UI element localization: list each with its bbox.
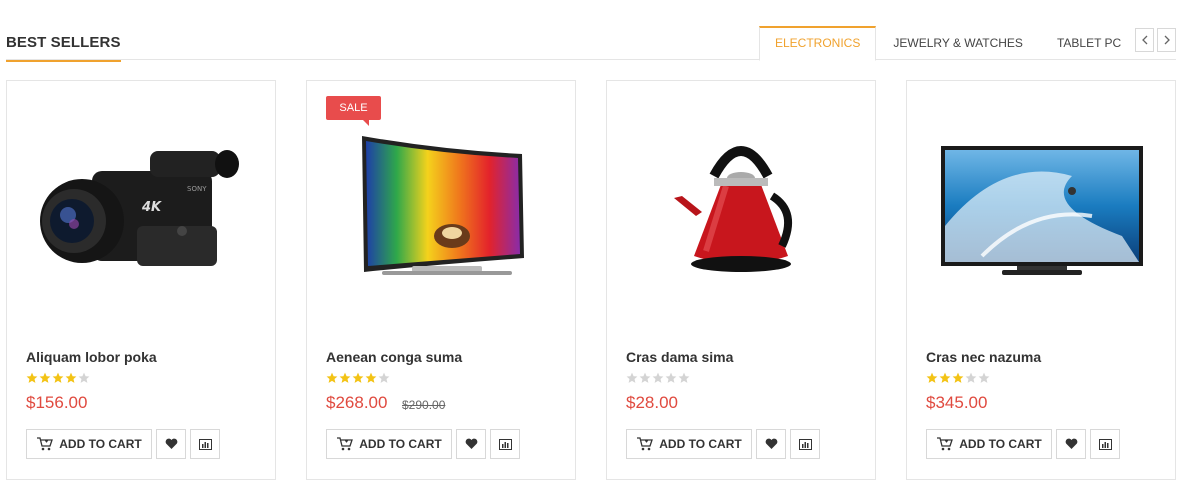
star-icon <box>652 372 664 383</box>
rating-stars <box>626 372 690 384</box>
chevron-right-icon <box>1164 35 1170 45</box>
star-icon <box>952 372 964 383</box>
rating-stars <box>926 372 990 384</box>
product-actions: ADD TO CART <box>326 429 520 459</box>
cart-icon <box>937 437 954 451</box>
product-image-curved-tv[interactable] <box>322 116 560 336</box>
compare-button[interactable] <box>490 429 520 459</box>
next-button[interactable] <box>1157 28 1176 52</box>
star-icon <box>665 372 677 383</box>
product-name[interactable]: Aenean conga suma <box>326 349 462 365</box>
star-icon <box>365 372 377 383</box>
star-icon <box>639 372 651 383</box>
cart-icon <box>637 437 654 451</box>
star-icon <box>65 372 77 383</box>
star-icon <box>678 372 690 383</box>
add-to-cart-button[interactable]: ADD TO CART <box>926 429 1052 459</box>
product-card: 4K SONY Aliquam lobor poka $156.00 ADD T… <box>6 80 276 480</box>
star-icon <box>339 372 351 383</box>
section-title: BEST SELLERS <box>6 34 121 62</box>
heart-icon <box>1065 438 1077 449</box>
star-icon <box>78 372 90 383</box>
heart-icon <box>165 438 177 449</box>
wishlist-button[interactable] <box>456 429 486 459</box>
star-icon <box>26 372 38 383</box>
add-to-cart-label: ADD TO CART <box>59 437 142 451</box>
add-to-cart-button[interactable]: ADD TO CART <box>26 429 152 459</box>
add-to-cart-label: ADD TO CART <box>959 437 1042 451</box>
heart-icon <box>465 438 477 449</box>
bar-chart-icon <box>798 438 812 450</box>
product-image-kettle[interactable] <box>622 116 860 336</box>
bar-chart-icon <box>498 438 512 450</box>
wishlist-button[interactable] <box>156 429 186 459</box>
rating-stars <box>26 372 90 384</box>
add-to-cart-label: ADD TO CART <box>359 437 442 451</box>
tab-tablet-pc[interactable]: TABLET PC <box>1040 26 1138 60</box>
compare-button[interactable] <box>790 429 820 459</box>
product-card: SALE Aenean conga suma $268.00 $290.00 A… <box>306 80 576 480</box>
heart-icon <box>765 438 777 449</box>
chevron-left-icon <box>1141 35 1147 45</box>
prev-button[interactable] <box>1135 28 1154 52</box>
tab-jewelry-watches[interactable]: JEWELRY & WATCHES <box>876 26 1040 60</box>
star-icon <box>978 372 990 383</box>
product-price: $345.00 <box>926 393 988 412</box>
product-actions: ADD TO CART <box>26 429 220 459</box>
star-icon <box>626 372 638 383</box>
tab-electronics[interactable]: ELECTRONICS <box>759 26 877 61</box>
compare-button[interactable] <box>190 429 220 459</box>
svg-text:4K: 4K <box>141 200 162 215</box>
star-icon <box>965 372 977 383</box>
star-icon <box>39 372 51 383</box>
category-tabs: ELECTRONICS JEWELRY & WATCHES TABLET PC <box>759 26 1138 61</box>
add-to-cart-button[interactable]: ADD TO CART <box>326 429 452 459</box>
star-icon <box>926 372 938 383</box>
cart-icon <box>37 437 54 451</box>
star-icon <box>352 372 364 383</box>
product-price: $28.00 <box>626 393 678 412</box>
product-name[interactable]: Cras nec nazuma <box>926 349 1041 365</box>
product-image-flat-tv[interactable] <box>922 116 1160 336</box>
star-icon <box>326 372 338 383</box>
add-to-cart-label: ADD TO CART <box>659 437 742 451</box>
product-actions: ADD TO CART <box>626 429 820 459</box>
wishlist-button[interactable] <box>1056 429 1086 459</box>
product-image-camcorder[interactable]: 4K SONY <box>22 116 260 336</box>
section-header: BEST SELLERS ELECTRONICS JEWELRY & WATCH… <box>6 26 1176 62</box>
product-price: $268.00 <box>326 393 388 412</box>
star-icon <box>939 372 951 383</box>
rating-stars <box>326 372 390 384</box>
product-name[interactable]: Cras dama sima <box>626 349 733 365</box>
product-card: Cras nec nazuma $345.00 ADD TO CART <box>906 80 1176 480</box>
product-name[interactable]: Aliquam lobor poka <box>26 349 157 365</box>
add-to-cart-button[interactable]: ADD TO CART <box>626 429 752 459</box>
product-old-price: $290.00 <box>402 398 446 412</box>
carousel-arrows <box>1135 28 1176 52</box>
product-actions: ADD TO CART <box>926 429 1120 459</box>
cart-icon <box>337 437 354 451</box>
wishlist-button[interactable] <box>756 429 786 459</box>
compare-button[interactable] <box>1090 429 1120 459</box>
product-card: Cras dama sima $28.00 ADD TO CART <box>606 80 876 480</box>
star-icon <box>378 372 390 383</box>
svg-text:SONY: SONY <box>187 185 207 193</box>
star-icon <box>52 372 64 383</box>
product-price: $156.00 <box>26 393 88 412</box>
bar-chart-icon <box>1098 438 1112 450</box>
bar-chart-icon <box>198 438 212 450</box>
